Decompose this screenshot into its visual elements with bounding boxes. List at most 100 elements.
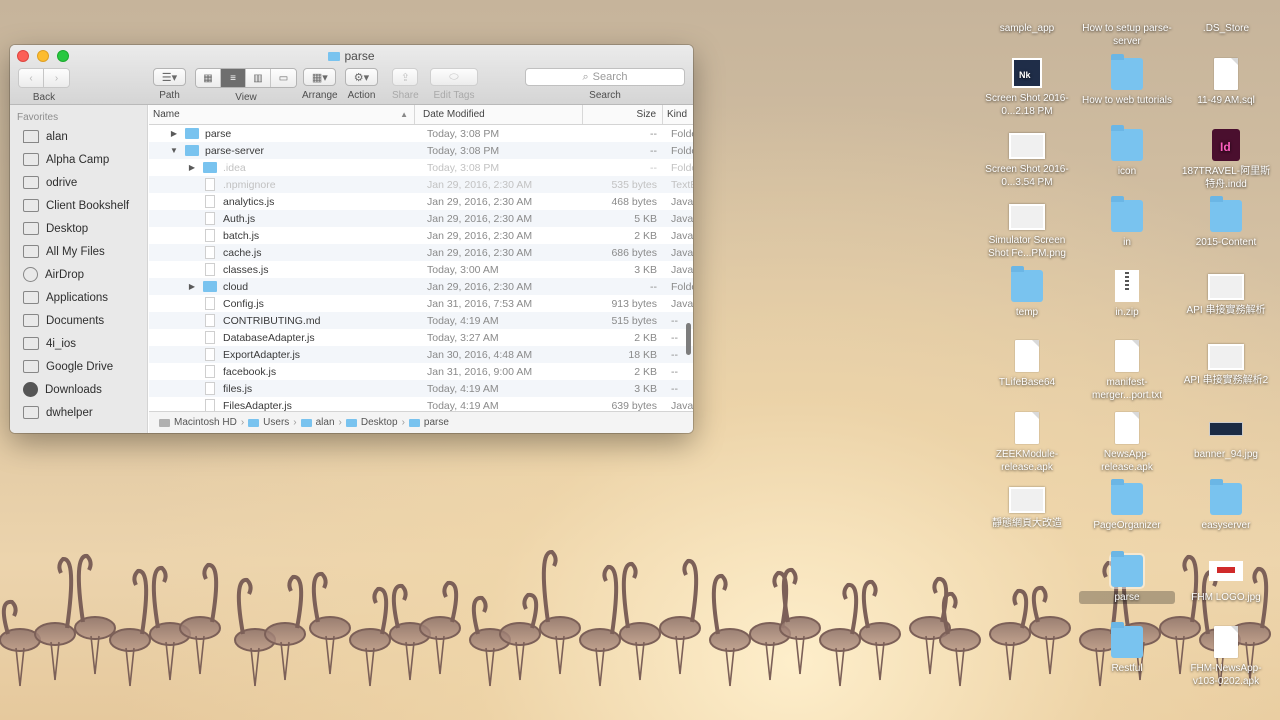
disclosure-triangle-icon[interactable]: ▶ [169,129,179,138]
desktop-item[interactable]: Nk Screen Shot 2016-0...2.18 PM [979,58,1075,118]
table-row[interactable]: cache.js Jan 29, 2016, 2:30 AM 686 bytes Ja… [149,244,693,261]
disclosure-triangle-icon[interactable]: ▶ [187,163,197,172]
desktop-item[interactable]: Simulator Screen Shot Fe...PM.png [979,200,1075,260]
desktop-item[interactable]: PageOrganizer [1079,479,1175,532]
file-size: -- [650,161,657,174]
table-row[interactable]: ExportAdapter.js Jan 30, 2016, 4:48 AM 18 … [149,346,693,363]
path-segment[interactable]: alan [300,417,335,428]
sidebar-item[interactable]: Downloads [10,378,147,401]
list-view-icon[interactable]: ≡ [221,69,246,87]
tag-icon[interactable]: ⬭ [430,68,478,86]
desktop-item[interactable]: in [1079,196,1175,249]
desktop-item[interactable]: banner_94.jpg [1178,412,1274,461]
sidebar-item[interactable]: Google Drive [10,355,147,378]
table-row[interactable]: ▼ parse-server Today, 3:08 PM -- Folder [149,142,693,159]
table-row[interactable]: .npmignore Jan 29, 2016, 2:30 AM 535 bytes… [149,176,693,193]
document-icon [1015,412,1039,444]
table-row[interactable]: facebook.js Jan 31, 2016, 9:00 AM 2 KB -- [149,363,693,380]
file-date: Today, 3:08 PM [427,161,500,174]
path-segment[interactable]: Desktop [345,417,398,428]
finder-titlebar[interactable]: parse ‹ › Back ☰▾ Path ▦ ≡ ▥ ▭ View ▦▾ A… [10,45,693,105]
column-size-header[interactable]: Size [583,105,663,124]
file-date: Today, 4:19 AM [427,382,499,395]
table-row[interactable]: ▶ cloud Jan 29, 2016, 2:30 AM -- Folder [149,278,693,295]
desktop-item[interactable]: ZEEKModule-release.apk [979,412,1075,474]
desktop-item[interactable]: .DS_Store [1178,0,1274,35]
sidebar-item[interactable]: All My Files [10,240,147,263]
file-size: -- [650,127,657,140]
share-icon[interactable]: ⇪ [392,68,419,86]
folder-icon [203,162,217,173]
view-segmented-control[interactable]: ▦ ≡ ▥ ▭ [195,68,297,88]
desktop-item[interactable]: TLifeBase64 [979,340,1075,389]
finder-window[interactable]: parse ‹ › Back ☰▾ Path ▦ ≡ ▥ ▭ View ▦▾ A… [10,45,693,433]
back-arrow-icon[interactable]: ‹ [19,69,44,87]
table-row[interactable]: classes.js Today, 3:00 AM 3 KB JavaScript [149,261,693,278]
desktop-item[interactable]: in.zip [1079,270,1175,319]
desktop-item[interactable]: FHM LOGO.jpg [1178,555,1274,604]
table-row[interactable]: DatabaseAdapter.js Today, 3:27 AM 2 KB -- [149,329,693,346]
path-segment[interactable]: Users [248,417,289,428]
column-name-header[interactable]: Name ▲ [149,105,415,124]
sidebar-item[interactable]: Alpha Camp [10,148,147,171]
flamingo-neck [781,568,798,623]
sidebar-item[interactable]: odrive [10,171,147,194]
path-segment-label: Desktop [360,417,398,428]
folder-icon [345,418,357,427]
desktop-item[interactable]: How to setup parse-server [1079,0,1175,48]
sidebar-item[interactable]: alan [10,125,147,148]
desktop-item[interactable]: sample_app [979,0,1075,35]
desktop-item[interactable]: temp [979,266,1075,319]
path-segment[interactable]: Macintosh HD [159,417,237,428]
table-row[interactable]: Auth.js Jan 29, 2016, 2:30 AM 5 KB JavaScri… [149,210,693,227]
arrange-button[interactable]: ▦▾ [303,68,337,86]
desktop-item[interactable]: 靜態網頁大改造 [979,483,1075,530]
image-thumbnail-icon [1009,487,1045,513]
table-row[interactable]: CONTRIBUTING.md Today, 4:19 AM 515 bytes -- [149,312,693,329]
forward-arrow-icon[interactable]: › [44,69,69,87]
icon-view-icon[interactable]: ▦ [196,69,221,87]
desktop-item[interactable]: manifest-merger...port.txt [1079,340,1175,402]
disclosure-triangle-icon[interactable]: ▼ [169,146,179,155]
file-date: Today, 4:19 AM [427,399,499,412]
sidebar-item[interactable]: Documents [10,309,147,332]
desktop-item[interactable]: API 串接實務解析 [1178,270,1274,317]
desktop-item[interactable]: easyserver [1178,479,1274,532]
table-row[interactable]: files.js Today, 4:19 AM 3 KB -- [149,380,693,397]
table-row[interactable]: batch.js Jan 29, 2016, 2:30 AM 2 KB JavaScr… [149,227,693,244]
flamingo-leg [19,647,25,687]
sidebar-item[interactable]: Desktop [10,217,147,240]
table-row[interactable]: ▶ parse Today, 3:08 PM -- Folder [149,125,693,142]
desktop-item[interactable]: 11-49 AM.sql [1178,58,1274,107]
column-view-icon[interactable]: ▥ [246,69,271,87]
search-input[interactable]: ⌕ Search [525,68,685,86]
path-button[interactable]: ☰▾ [153,68,186,86]
column-date-header[interactable]: Date Modified [415,105,583,124]
sidebar-item[interactable]: AirDrop [10,263,147,286]
desktop-item[interactable]: API 串接實務解析2 [1178,340,1274,387]
table-row[interactable]: ▶ .idea Today, 3:08 PM -- Folder [149,159,693,176]
desktop-item[interactable]: FHM-NewsApp-v103-0202.apk [1178,626,1274,688]
sidebar-item[interactable]: Applications [10,286,147,309]
table-row[interactable]: Config.js Jan 31, 2016, 7:53 AM 913 bytes J… [149,295,693,312]
sidebar-item[interactable]: Client Bookshelf [10,194,147,217]
column-kind-header[interactable]: Kind [663,105,693,124]
desktop-item[interactable]: Screen Shot 2016-0...3.54 PM [979,129,1075,189]
disclosure-triangle-icon[interactable]: ▶ [187,282,197,291]
desktop-item[interactable]: Id 187TRAVEL-阿里斯特舟.indd [1178,129,1274,191]
sidebar-item[interactable]: 4i_ios [10,332,147,355]
desktop-item[interactable]: NewsApp-release.apk [1079,412,1175,474]
action-gear-icon[interactable]: ⚙▾ [345,68,378,86]
desktop-item[interactable]: parse [1079,551,1175,604]
row-name-cell: ExportAdapter.js [149,348,415,361]
back-forward-group: ‹ › Back [18,68,70,103]
desktop-item[interactable]: Restful [1079,622,1175,675]
table-row[interactable]: analytics.js Jan 29, 2016, 2:30 AM 468 byt… [149,193,693,210]
vertical-scrollbar[interactable] [686,323,691,355]
desktop-item[interactable]: 2015-Content [1178,196,1274,249]
desktop-item[interactable]: icon [1079,125,1175,178]
cover-flow-icon[interactable]: ▭ [271,69,296,87]
path-segment[interactable]: parse [408,417,449,428]
desktop-item[interactable]: How to web tutorials [1079,54,1175,107]
sidebar-item[interactable]: dwhelper [10,401,147,424]
